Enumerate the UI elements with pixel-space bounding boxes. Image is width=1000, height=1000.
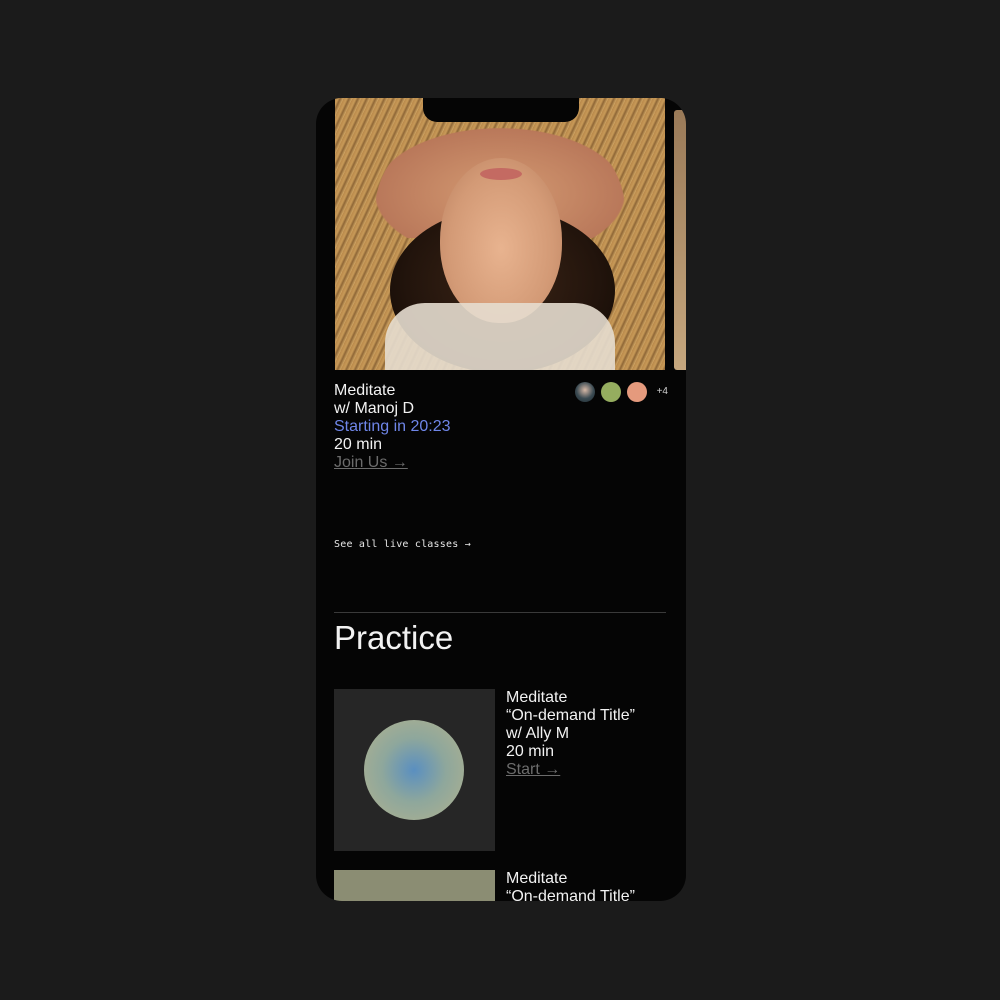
avatar [600, 382, 621, 402]
practice-card-thumbnail[interactable] [334, 870, 495, 901]
avatar [626, 382, 647, 402]
gradient-orb-icon [364, 720, 464, 820]
attendee-avatars[interactable]: +4 [574, 382, 668, 402]
live-class-countdown: Starting in 20:23 [334, 418, 451, 435]
start-link[interactable]: Start → [506, 761, 635, 779]
practice-card-duration: 20 min [506, 743, 555, 760]
see-all-live-classes-link[interactable]: See all live classes → [334, 539, 471, 550]
practice-card[interactable]: Meditate “On-demand Title” [334, 870, 668, 901]
attendee-extra-count: +4 [656, 386, 668, 397]
join-us-link[interactable]: Join Us → [334, 454, 668, 472]
avatar [574, 382, 595, 402]
practice-card-meta: Meditate “On-demand Title” [506, 870, 635, 901]
practice-card[interactable]: Meditate “On-demand Title” w/ Ally M 20 … [334, 689, 668, 851]
hero-photo-shirt [385, 303, 615, 370]
practice-card-activity: Meditate [506, 689, 568, 706]
practice-card-thumbnail[interactable] [334, 689, 495, 851]
section-divider [334, 612, 666, 613]
practice-section-title: Practice [334, 619, 454, 656]
phone-notch [423, 98, 579, 122]
hero-photo-meditation[interactable] [335, 98, 665, 370]
hero-photo-lips [480, 168, 522, 180]
practice-card-teacher: w/ Ally M [506, 725, 570, 742]
practice-card-meta: Meditate “On-demand Title” w/ Ally M 20 … [506, 689, 635, 779]
practice-card-activity: Meditate [506, 870, 568, 887]
live-class-info: Meditate w/ Manoj D Starting in 20:23 20… [334, 382, 668, 472]
practice-card-title: “On-demand Title” [506, 707, 635, 724]
phone-screen: Meditate w/ Manoj D Starting in 20:23 20… [316, 98, 686, 901]
next-hero-card-peek[interactable] [674, 110, 686, 370]
hero-photo-face [440, 158, 562, 323]
practice-card-title: “On-demand Title” [506, 888, 635, 901]
live-class-teacher: w/ Manoj D [334, 400, 415, 417]
live-class-duration: 20 min [334, 436, 383, 453]
